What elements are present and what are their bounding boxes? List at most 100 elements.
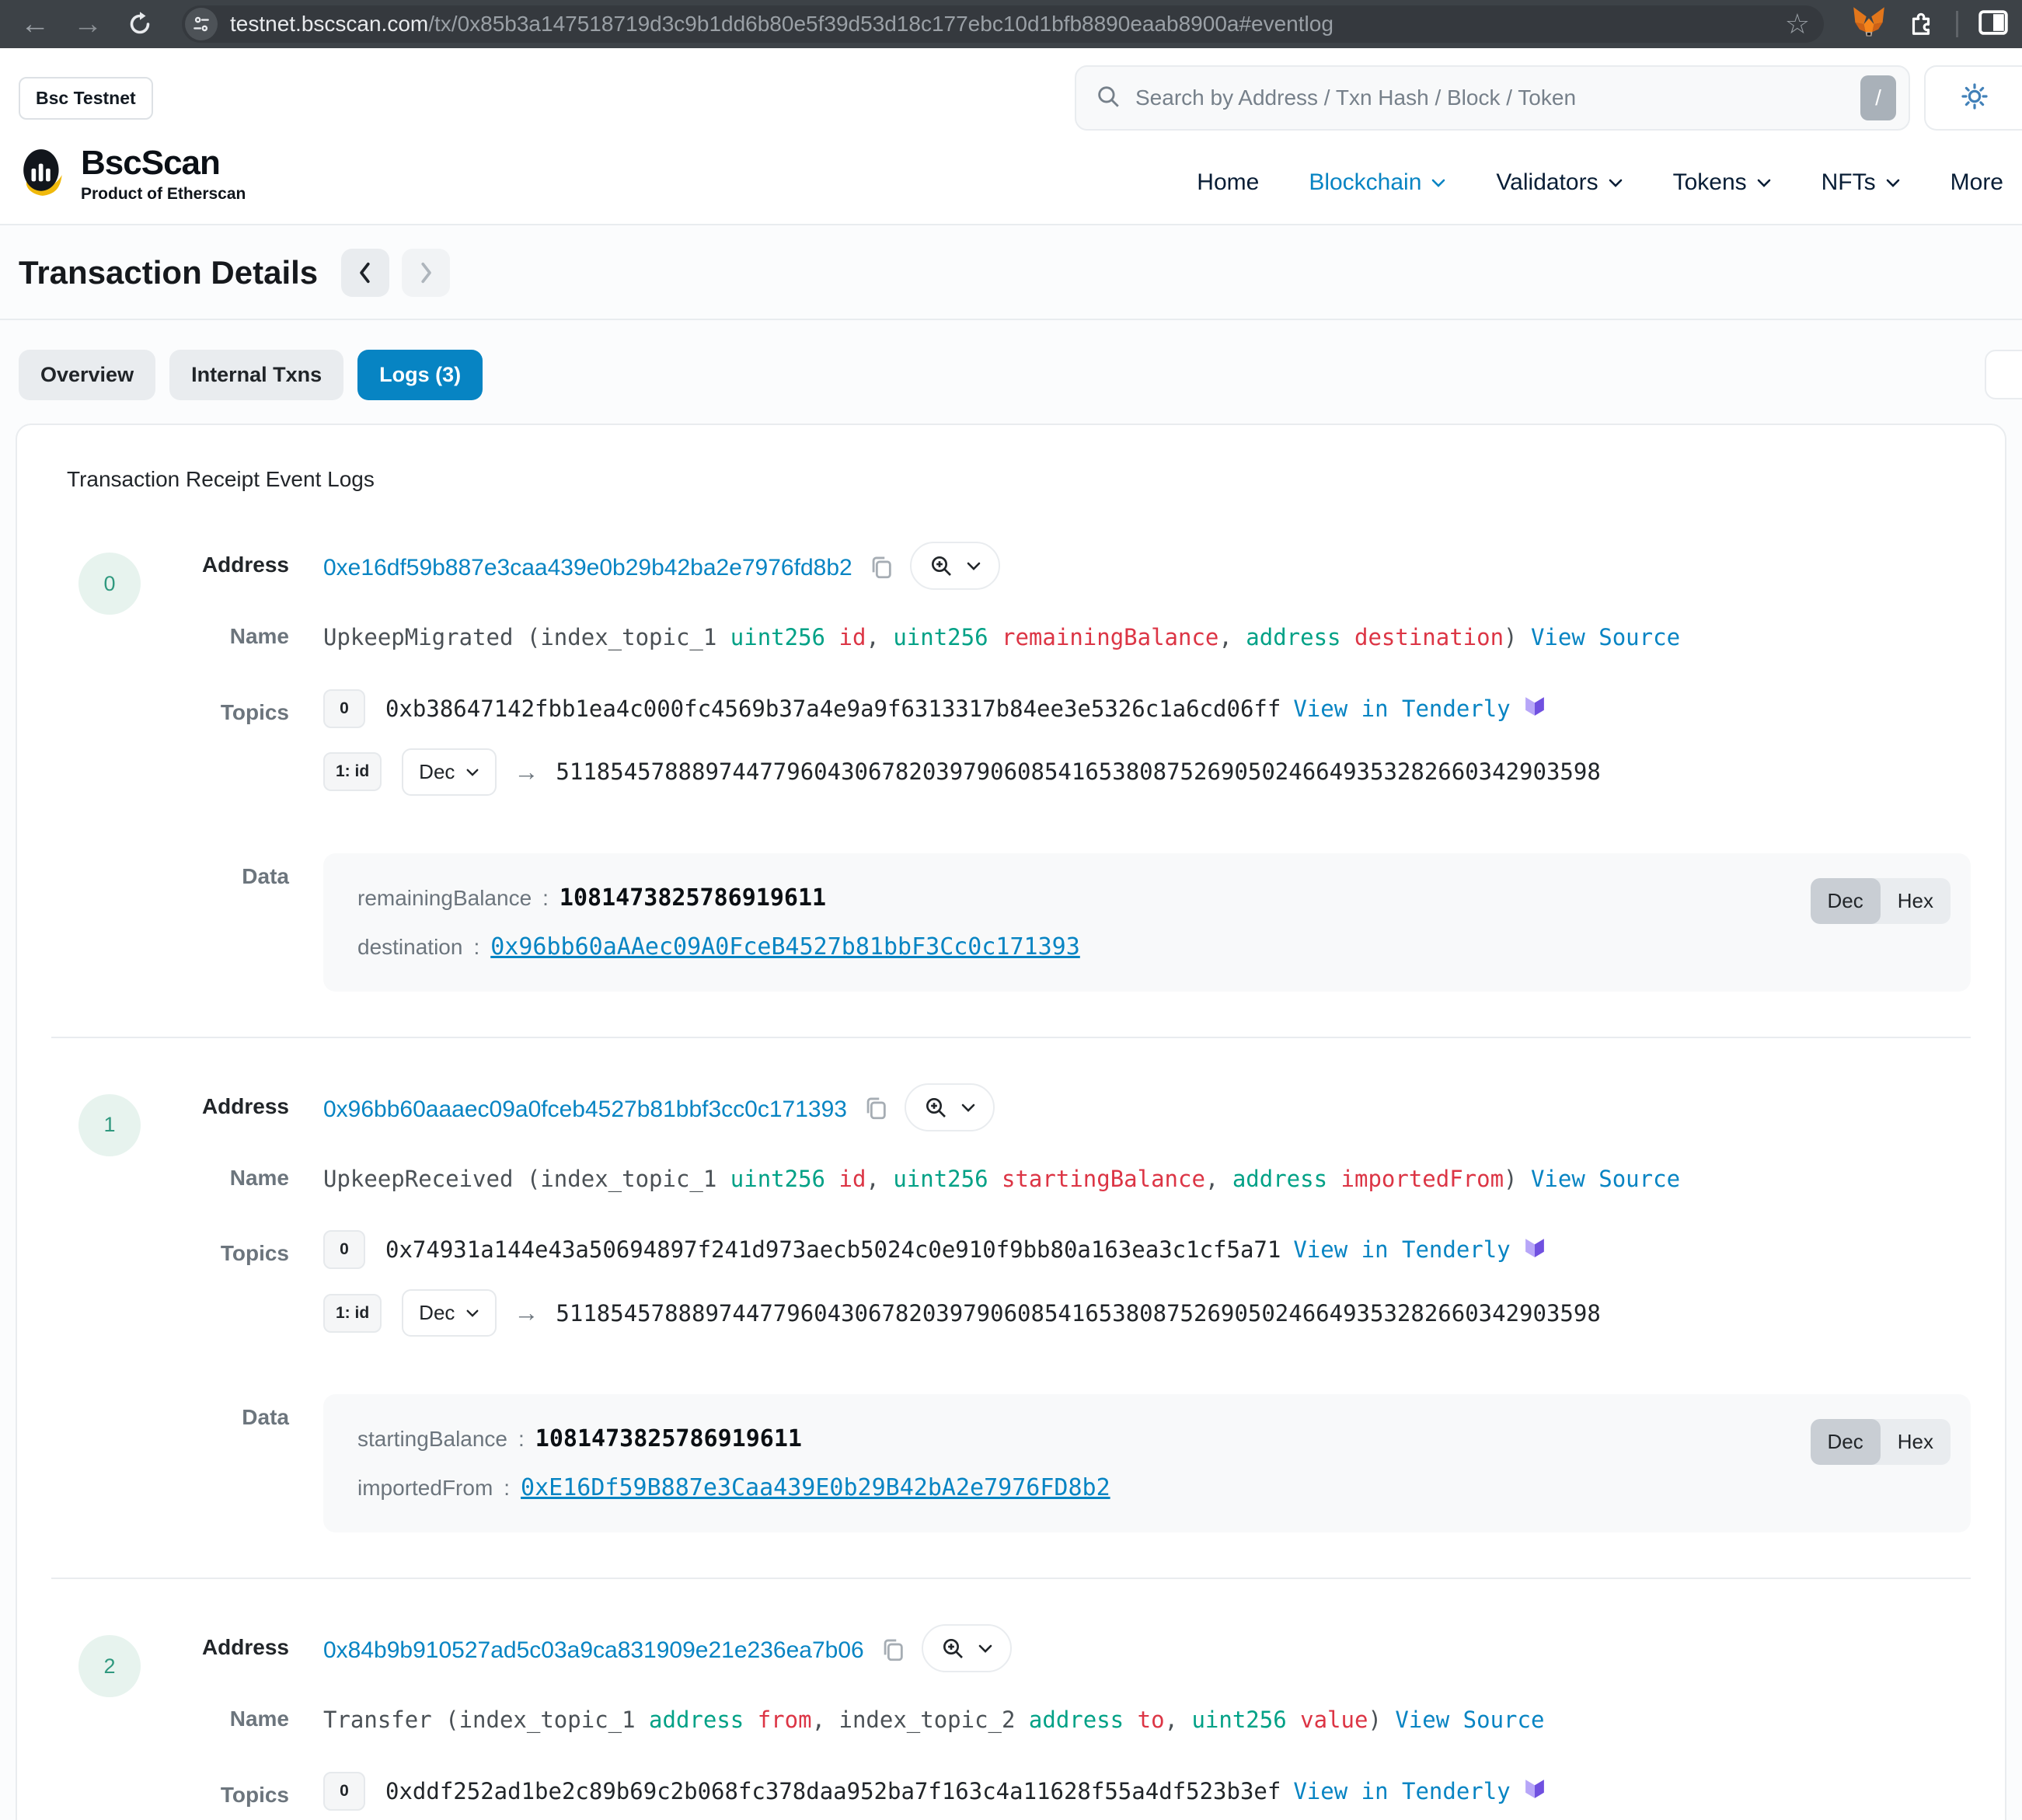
- topic-1: 1: id Dec → 5118545788897447796043067820…: [323, 1289, 1971, 1337]
- address-filter-button[interactable]: [905, 1083, 995, 1131]
- nav-home[interactable]: Home: [1197, 169, 1259, 196]
- browser-back-icon[interactable]: ←: [20, 9, 50, 39]
- tab-row-overflow-button[interactable]: [1985, 350, 2022, 399]
- chevron-down-icon: [978, 1643, 993, 1654]
- view-source-link[interactable]: View Source: [1531, 1166, 1680, 1192]
- contract-address-link[interactable]: 0x84b9b910527ad5c03a9ca831909e21e236ea7b…: [323, 1633, 864, 1664]
- logo-title: BscScan: [81, 146, 246, 180]
- nav-more[interactable]: More: [1951, 169, 2003, 196]
- metamask-icon[interactable]: [1852, 6, 1886, 43]
- data-row: Data remainingBalance:108147382578691961…: [168, 853, 1971, 992]
- address-filter-button[interactable]: [922, 1624, 1012, 1672]
- tenderly-icon: [1520, 1774, 1550, 1808]
- address-row: Address 0x96bb60aaaec09a0fceb4527b81bbf3…: [168, 1083, 1971, 1131]
- tenderly-icon: [1520, 692, 1550, 725]
- topics-label: Topics: [168, 1230, 323, 1266]
- search-input[interactable]: [1135, 85, 1860, 110]
- nav-blockchain[interactable]: Blockchain: [1309, 169, 1446, 196]
- data-address-link[interactable]: 0x96bb60aAAec09A0FceB4527b81bbF3Cc0c1713…: [490, 933, 1080, 961]
- topic-0: 0 0xddf252ad1be2c89b69c2b068fc378daa952b…: [323, 1772, 1971, 1811]
- view-in-tenderly-link[interactable]: View in Tenderly: [1293, 696, 1510, 722]
- address-filter-button[interactable]: [910, 542, 1000, 590]
- topic-value: 5118545788897447796043067820397906085416…: [556, 1300, 1600, 1327]
- address-row: Address 0xe16df59b887e3caa439e0b29b42ba2…: [168, 542, 1971, 590]
- page-title: Transaction Details: [19, 254, 318, 291]
- dec-hex-toggle[interactable]: DecHex: [1811, 1419, 1951, 1465]
- data-address-link[interactable]: 0xE16Df59B887e3Caa439E0b29B42bA2e7976FD8…: [521, 1474, 1110, 1501]
- extension-area: [1852, 6, 2008, 43]
- chevron-down-icon: [1608, 177, 1623, 188]
- card-heading: Transaction Receipt Event Logs: [67, 467, 1971, 492]
- bscscan-logo[interactable]: BscScan Product of Etherscan: [19, 146, 246, 204]
- tab-internal-txns[interactable]: Internal Txns: [169, 350, 343, 400]
- copy-icon[interactable]: [880, 1637, 906, 1667]
- address-bar[interactable]: testnet.bscscan.com/tx/0x85b3a147518719d…: [182, 5, 1824, 43]
- chevron-down-icon: [1756, 177, 1772, 188]
- tabs-row: Overview Internal Txns Logs (3): [0, 320, 2022, 400]
- main-nav: Home Blockchain Validators Tokens NFTs M…: [1197, 169, 2003, 204]
- topic-hash: 0xddf252ad1be2c89b69c2b068fc378daa952ba7…: [385, 1778, 1281, 1804]
- dec-hex-toggle[interactable]: DecHex: [1811, 878, 1951, 924]
- side-panel-icon[interactable]: [1978, 9, 2008, 40]
- hex-toggle[interactable]: Hex: [1881, 878, 1951, 924]
- search-box[interactable]: /: [1075, 65, 1910, 131]
- tab-overview[interactable]: Overview: [19, 350, 155, 400]
- topics-label: Topics: [168, 689, 323, 725]
- bookmark-star-icon[interactable]: ☆: [1785, 8, 1810, 40]
- address-row: Address 0x84b9b910527ad5c03a9ca831909e21…: [168, 1624, 1971, 1672]
- topic-format-select[interactable]: Dec: [402, 1289, 497, 1337]
- tenderly-icon: [1520, 1233, 1550, 1267]
- network-badge[interactable]: Bsc Testnet: [19, 77, 153, 120]
- chevron-down-icon: [465, 767, 479, 777]
- arrow-right-icon: →: [514, 1299, 539, 1327]
- topic-format-select[interactable]: Dec: [402, 748, 497, 796]
- address-label: Address: [168, 542, 323, 577]
- copy-icon[interactable]: [868, 554, 894, 584]
- dec-toggle[interactable]: Dec: [1811, 1419, 1881, 1465]
- nav-validators[interactable]: Validators: [1496, 169, 1623, 196]
- address-label: Address: [168, 1624, 323, 1660]
- topics-row: Topics 0 0xddf252ad1be2c89b69c2b068fc378…: [168, 1772, 1971, 1820]
- chevron-down-icon: [1885, 177, 1901, 188]
- view-source-link[interactable]: View Source: [1531, 624, 1680, 650]
- site-settings-icon[interactable]: [185, 8, 218, 40]
- copy-icon[interactable]: [863, 1095, 889, 1125]
- topic-index-badge: 1: id: [323, 1294, 382, 1333]
- name-row: Name Transfer (index_topic_1 address fro…: [168, 1696, 1971, 1738]
- data-value: 1081473825786919611: [560, 884, 826, 912]
- topic-index-badge: 0: [323, 1772, 365, 1811]
- event-log-entry-1: 1 Address 0x96bb60aaaec09a0fceb4527b81bb…: [51, 1083, 1971, 1533]
- contract-address-link[interactable]: 0xe16df59b887e3caa439e0b29b42ba2e7976fd8…: [323, 550, 852, 581]
- entry-divider: [51, 1578, 1971, 1579]
- topics-label: Topics: [168, 1772, 323, 1808]
- title-row: Transaction Details: [0, 225, 2022, 320]
- bscscan-logo-icon: [19, 148, 70, 203]
- extensions-puzzle-icon[interactable]: [1906, 8, 1936, 41]
- name-row: Name UpkeepReceived (index_topic_1 uint2…: [168, 1155, 1971, 1197]
- name-label: Name: [168, 1696, 323, 1731]
- theme-toggle-button[interactable]: [1924, 65, 2022, 131]
- event-log-entry-0: 0 Address 0xe16df59b887e3caa439e0b29b42b…: [51, 542, 1971, 992]
- topic-hash: 0xb38647142fbb1ea4c000fc4569b37a4e9a9f63…: [385, 696, 1281, 722]
- browser-forward-icon[interactable]: →: [73, 9, 103, 39]
- contract-address-link[interactable]: 0x96bb60aaaec09a0fceb4527b81bbf3cc0c1713…: [323, 1092, 847, 1123]
- topic-value: 5118545788897447796043067820397906085416…: [556, 758, 1600, 785]
- chevron-down-icon: [966, 560, 981, 571]
- next-transaction-button[interactable]: [402, 249, 450, 297]
- view-source-link[interactable]: View Source: [1395, 1707, 1544, 1733]
- chevron-down-icon: [960, 1102, 976, 1113]
- hex-toggle[interactable]: Hex: [1881, 1419, 1951, 1465]
- nav-tokens[interactable]: Tokens: [1673, 169, 1772, 196]
- name-row: Name UpkeepMigrated (index_topic_1 uint2…: [168, 613, 1971, 655]
- url-text: testnet.bscscan.com/tx/0x85b3a147518719d…: [230, 12, 1776, 37]
- dec-toggle[interactable]: Dec: [1811, 878, 1881, 924]
- nav-nfts[interactable]: NFTs: [1822, 169, 1901, 196]
- name-label: Name: [168, 613, 323, 649]
- event-signature: Transfer (index_topic_1 address from, in…: [323, 1696, 1971, 1738]
- topic-0: 0 0xb38647142fbb1ea4c000fc4569b37a4e9a9f…: [323, 689, 1971, 728]
- prev-transaction-button[interactable]: [341, 249, 389, 297]
- view-in-tenderly-link[interactable]: View in Tenderly: [1293, 1778, 1510, 1804]
- view-in-tenderly-link[interactable]: View in Tenderly: [1293, 1236, 1510, 1263]
- browser-reload-icon[interactable]: [126, 10, 154, 38]
- tab-logs[interactable]: Logs (3): [357, 350, 483, 400]
